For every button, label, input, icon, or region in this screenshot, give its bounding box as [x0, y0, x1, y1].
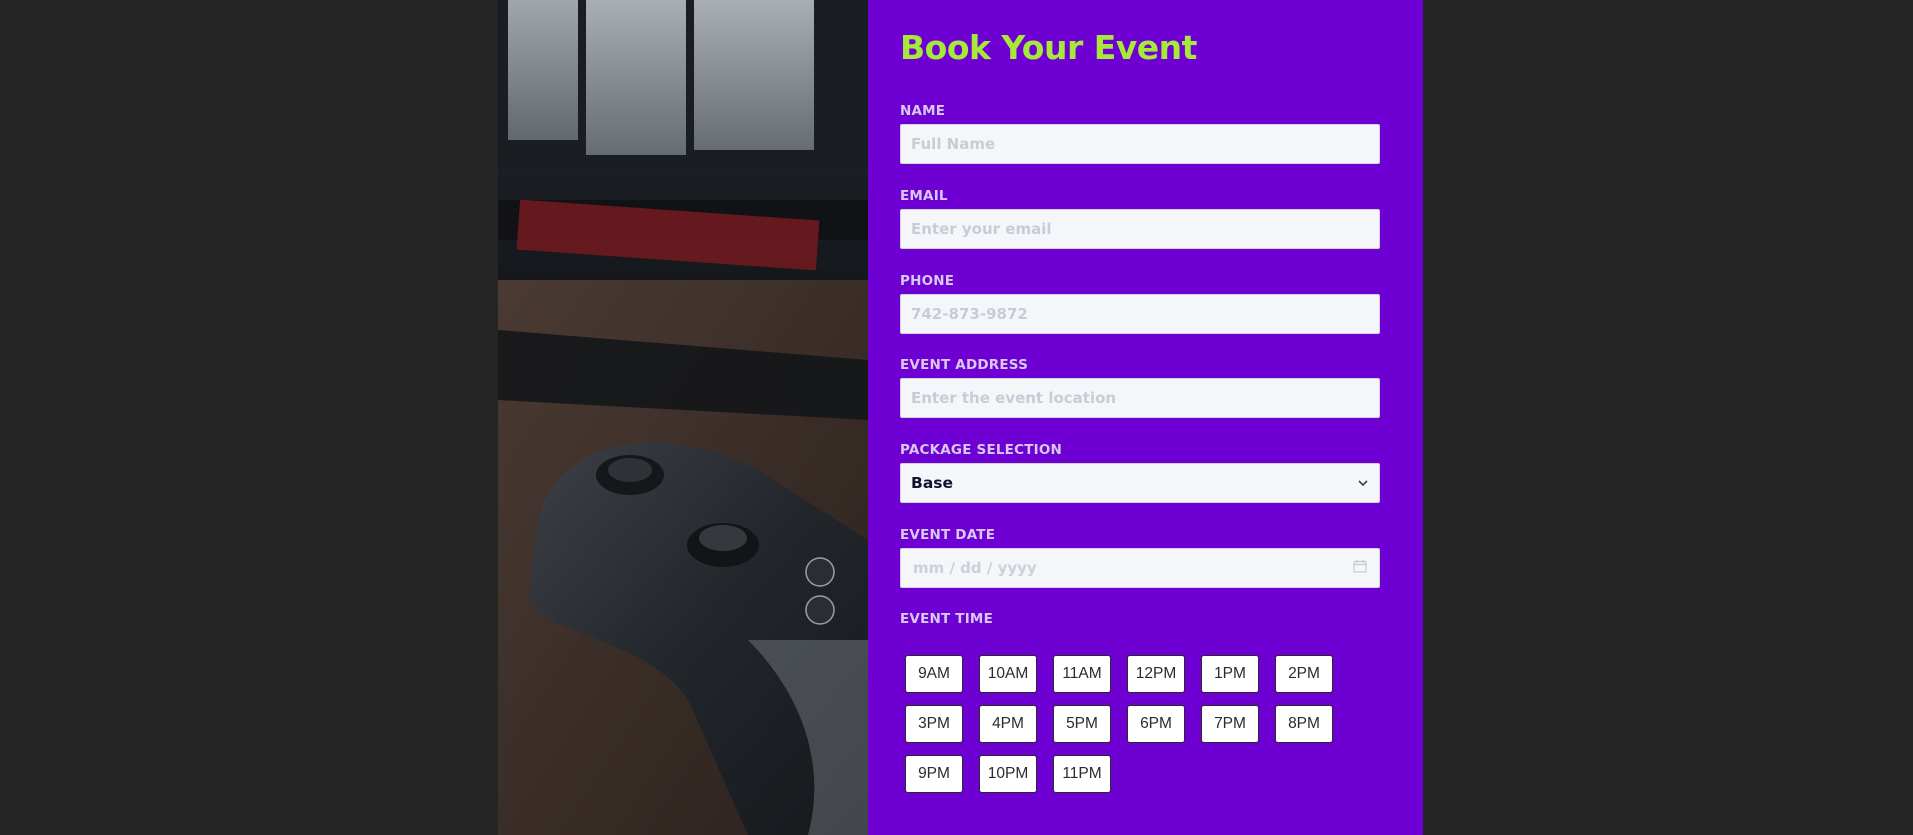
time-slot-button[interactable]: 5PM	[1053, 705, 1111, 743]
time-slot-button[interactable]: 9PM	[905, 755, 963, 793]
time-row: 9PM 10PM 11PM	[905, 755, 1365, 805]
name-input[interactable]	[900, 124, 1380, 164]
time-slot-button[interactable]: 6PM	[1127, 705, 1185, 743]
date-label: EVENT DATE	[900, 527, 996, 543]
phone-field-group: PHONE	[900, 273, 1380, 334]
time-label: EVENT TIME	[900, 611, 993, 627]
package-label: PACKAGE SELECTION	[900, 442, 1063, 458]
time-slot-button[interactable]: 10PM	[979, 755, 1037, 793]
package-selected-value: Base	[911, 474, 954, 492]
time-slot-button[interactable]: 10AM	[979, 655, 1037, 693]
time-slot-button[interactable]: 12PM	[1127, 655, 1185, 693]
email-input[interactable]	[900, 209, 1380, 249]
date-field-group: EVENT DATE mm / dd / yyyy	[900, 527, 1380, 588]
time-slot-button[interactable]: 3PM	[905, 705, 963, 743]
calendar-icon[interactable]	[1353, 559, 1367, 577]
time-slot-button[interactable]: 7PM	[1201, 705, 1259, 743]
time-row: 9AM 10AM 11AM 12PM 1PM 2PM	[905, 655, 1365, 705]
controller-illustration	[498, 0, 868, 835]
name-label: NAME	[900, 103, 946, 119]
package-select[interactable]: Base	[900, 463, 1380, 503]
phone-input[interactable]	[900, 294, 1380, 334]
time-slot-button[interactable]: 9AM	[905, 655, 963, 693]
email-field-group: EMAIL	[900, 188, 1380, 249]
address-label: EVENT ADDRESS	[900, 357, 1029, 373]
form-title: Book Your Event	[900, 28, 1197, 67]
time-slot-button[interactable]: 1PM	[1201, 655, 1259, 693]
time-field-group: EVENT TIME	[900, 611, 1380, 632]
time-slot-button[interactable]: 8PM	[1275, 705, 1333, 743]
phone-label: PHONE	[900, 273, 955, 289]
booking-panel: Book Your Event NAME EMAIL PHONE EVENT A…	[868, 0, 1423, 835]
date-placeholder: mm / dd / yyyy	[913, 559, 1037, 577]
address-field-group: EVENT ADDRESS	[900, 357, 1380, 418]
name-field-group: NAME	[900, 103, 1380, 164]
time-slot-button[interactable]: 11PM	[1053, 755, 1111, 793]
chevron-down-icon	[1357, 477, 1369, 489]
date-input[interactable]: mm / dd / yyyy	[900, 548, 1380, 588]
address-input[interactable]	[900, 378, 1380, 418]
time-slot-button[interactable]: 2PM	[1275, 655, 1333, 693]
package-field-group: PACKAGE SELECTION Base	[900, 442, 1380, 503]
time-slot-grid: 9AM 10AM 11AM 12PM 1PM 2PM 3PM 4PM 5PM 6…	[905, 655, 1365, 805]
time-slot-button[interactable]: 11AM	[1053, 655, 1111, 693]
gaming-controller-photo	[498, 0, 868, 835]
time-slot-button[interactable]: 4PM	[979, 705, 1037, 743]
email-label: EMAIL	[900, 188, 948, 204]
time-row: 3PM 4PM 5PM 6PM 7PM 8PM	[905, 705, 1365, 755]
